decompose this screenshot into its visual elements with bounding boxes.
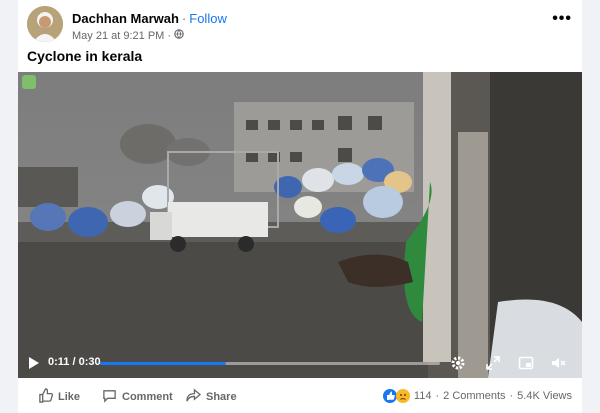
mute-icon[interactable] xyxy=(550,355,566,376)
avatar[interactable] xyxy=(27,6,63,42)
current-time: 0:11 xyxy=(48,356,70,368)
time-separator: / xyxy=(72,356,76,368)
more-options-button[interactable]: ••• xyxy=(552,10,572,28)
video-frame xyxy=(18,72,582,378)
author-line: Dachhan Marwah · Follow xyxy=(72,11,227,26)
post-caption: Cyclone in kerala xyxy=(27,48,143,64)
sad-reaction-icon[interactable] xyxy=(395,389,410,403)
video-controls: 0:11 / 0:30 xyxy=(18,348,582,378)
post-card: Dachhan Marwah · Follow May 21 at 9:21 PM … xyxy=(18,0,582,413)
duration: 0:30 xyxy=(78,356,101,368)
like-reaction-icon[interactable] xyxy=(382,389,397,403)
follow-button[interactable]: Follow xyxy=(189,11,227,26)
share-button[interactable]: Share xyxy=(186,388,237,406)
globe-icon xyxy=(174,29,184,42)
meta-dot: · xyxy=(167,29,171,42)
views-count: 5.4K Views xyxy=(517,390,572,402)
progress-fill xyxy=(100,362,226,365)
settings-icon[interactable] xyxy=(450,355,466,376)
expand-icon[interactable] xyxy=(485,355,501,376)
like-button[interactable]: Like xyxy=(38,388,80,406)
stats-bullet-2: · xyxy=(509,390,514,402)
miniplayer-icon[interactable] xyxy=(518,355,534,376)
comment-label: Comment xyxy=(122,391,173,403)
video-corner-badge-icon xyxy=(22,75,36,89)
comment-button[interactable]: Comment xyxy=(102,388,173,406)
author-name[interactable]: Dachhan Marwah xyxy=(72,11,179,26)
comments-count[interactable]: 2 Comments xyxy=(443,390,505,402)
like-label: Like xyxy=(58,391,81,403)
separator: · xyxy=(181,11,187,26)
progress-bar[interactable] xyxy=(100,362,440,365)
action-bar: Like Comment Share 114 · 2 Comments · 5.… xyxy=(18,382,582,410)
stats-bullet: · xyxy=(435,390,440,402)
thumbs-up-icon xyxy=(38,388,53,406)
share-icon xyxy=(186,388,202,406)
share-label: Share xyxy=(206,391,237,403)
post-meta: May 21 at 9:21 PM · xyxy=(72,29,184,42)
reactions-count[interactable]: 114 xyxy=(414,390,432,402)
timestamp[interactable]: May 21 at 9:21 PM xyxy=(72,30,164,42)
engagement-stats: 114 · 2 Comments · 5.4K Views xyxy=(382,389,572,403)
video-player[interactable]: 0:11 / 0:30 xyxy=(18,72,582,378)
play-icon[interactable] xyxy=(28,356,40,375)
time-display: 0:11 / 0:30 xyxy=(48,356,101,368)
comment-icon xyxy=(102,388,117,406)
